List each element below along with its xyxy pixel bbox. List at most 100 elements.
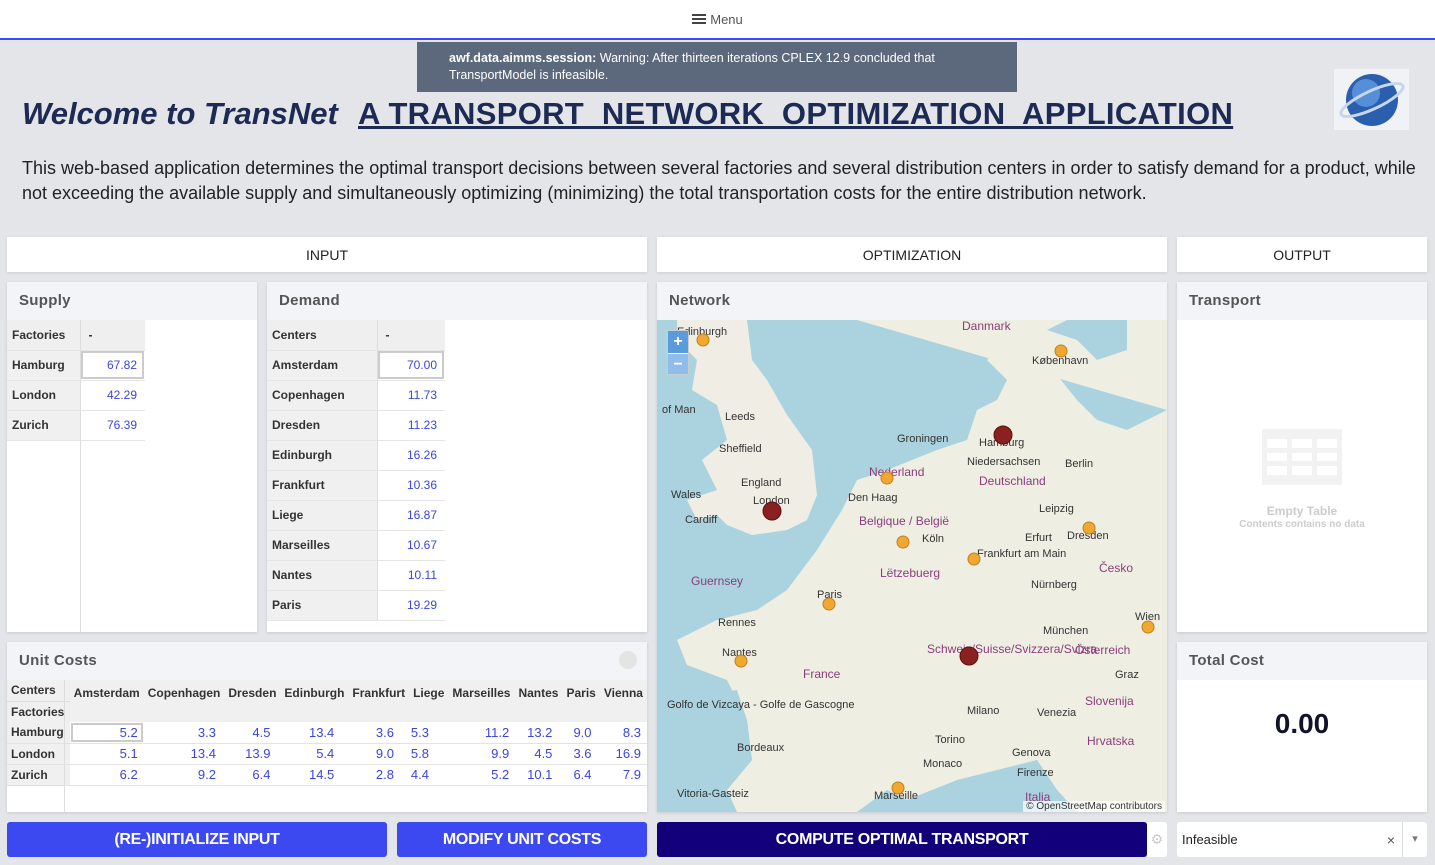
demand-cell[interactable]: 16.87	[377, 500, 445, 531]
empty-table-subtitle: Contents contains no data	[1239, 519, 1365, 530]
table-row: Dresden 11.23	[267, 410, 445, 441]
unit-cost-cell[interactable]: 2.8	[340, 764, 400, 786]
center-marker-vienna[interactable]	[1141, 620, 1155, 634]
warning-notification: awf.data.aimms.session: Warning: After t…	[417, 42, 1017, 92]
map-label: Rennes	[718, 617, 756, 629]
map-label: Cardiff	[685, 514, 718, 526]
unit-cost-cell[interactable]: 13.4	[143, 743, 222, 765]
unit-cost-cell[interactable]: 5.2	[434, 764, 516, 786]
unit-cost-cell[interactable]: 5.4	[276, 743, 341, 765]
gear-icon[interactable]: ⚙	[1147, 822, 1167, 857]
transport-title: Transport	[1177, 282, 1427, 320]
unit-cost-cell[interactable]: 3.6	[340, 722, 400, 744]
unit-cost-cell[interactable]: 13.4	[276, 722, 341, 744]
tab-input[interactable]: INPUT	[7, 237, 647, 272]
unit-cost-cell[interactable]: 6.2	[69, 764, 144, 786]
unit-cost-cell[interactable]: 6.4	[221, 764, 277, 786]
status-select[interactable]: Infeasible × ▾	[1177, 822, 1427, 857]
zoom-out-button[interactable]: −	[668, 353, 688, 374]
center-marker-marseilles[interactable]	[891, 781, 905, 795]
supply-cell[interactable]: 67.82	[80, 350, 145, 381]
column-header: Liege	[409, 680, 449, 722]
unit-cost-cell[interactable]: 5.3	[399, 722, 435, 744]
map-label: France	[803, 667, 841, 681]
column-header: Paris	[562, 680, 600, 722]
column-header: Dresden	[224, 680, 281, 722]
unit-cost-cell[interactable]: 10.1	[515, 764, 559, 786]
map-label: Belgique / België	[859, 514, 949, 528]
row-label: London	[7, 380, 81, 411]
row-label: Zurich	[7, 764, 70, 786]
center-marker-liege[interactable]	[896, 535, 910, 549]
demand-cell[interactable]: 10.67	[377, 530, 445, 561]
unit-cost-cell[interactable]: 14.5	[276, 764, 341, 786]
menu-label: Menu	[710, 11, 743, 27]
map-canvas[interactable]: Edinburgh DanmarkKøbenhavnof ManLeedsShef…	[657, 319, 1167, 812]
unit-cost-cell[interactable]: 8.3	[597, 722, 647, 744]
table-row: Nantes 10.11	[267, 560, 445, 591]
demand-cell[interactable]: 70.00	[377, 350, 445, 381]
unit-cost-cell[interactable]: 13.2	[515, 722, 559, 744]
unit-cost-cell[interactable]: 4.4	[399, 764, 435, 786]
modify-unit-costs-button[interactable]: MODIFY UNIT COSTS	[397, 822, 647, 857]
row-label: Dresden	[267, 410, 378, 441]
row-label: Marseilles	[267, 530, 378, 561]
intro-text: This web-based application determines th…	[22, 158, 1416, 203]
unit-cost-cell[interactable]: 7.9	[597, 764, 647, 786]
center-marker-amsterdam[interactable]	[880, 471, 894, 485]
map-label: of Man	[662, 404, 696, 416]
row-label: Hamburg	[7, 722, 70, 744]
unit-cost-cell[interactable]: 5.2	[69, 722, 144, 744]
unit-cost-cell[interactable]: 4.5	[221, 722, 277, 744]
map-label: Vitoria-Gasteiz	[677, 788, 749, 800]
demand-cell[interactable]: 10.36	[377, 470, 445, 501]
map-label: Frankfurt am Main	[977, 548, 1066, 560]
center-marker-frankfurt[interactable]	[967, 552, 981, 566]
center-marker-copenhagen[interactable]	[1054, 344, 1068, 358]
unit-cost-cell[interactable]: 4.5	[515, 743, 559, 765]
reinitialize-input-button[interactable]: (RE-)INITIALIZE INPUT	[7, 822, 387, 857]
demand-cell[interactable]: 19.29	[377, 590, 445, 621]
unit-cost-cell[interactable]: 3.3	[143, 722, 222, 744]
unit-cost-cell[interactable]: 9.0	[340, 743, 400, 765]
compute-optimal-transport-button[interactable]: COMPUTE OPTIMAL TRANSPORT	[657, 822, 1147, 857]
unit-cost-cell[interactable]: 16.9	[597, 743, 647, 765]
tab-optimization[interactable]: OPTIMIZATION	[657, 237, 1167, 272]
unit-cost-cell[interactable]: 11.2	[434, 722, 516, 744]
center-marker-edinburgh[interactable]	[696, 333, 710, 347]
demand-title: Demand	[267, 282, 647, 320]
map-attribution[interactable]: © OpenStreetMap contributors	[1023, 801, 1165, 812]
factory-marker-london[interactable]	[762, 501, 782, 521]
table-options-icon[interactable]	[619, 651, 637, 669]
tab-output[interactable]: OUTPUT	[1177, 237, 1427, 272]
center-marker-nantes[interactable]	[734, 654, 748, 668]
map-label: Monaco	[923, 758, 962, 770]
supply-cell[interactable]: 76.39	[80, 410, 145, 441]
unit-cost-cell[interactable]: 9.9	[434, 743, 516, 765]
clear-icon[interactable]: ×	[1380, 832, 1402, 848]
table-row: Amsterdam 70.00	[267, 350, 445, 381]
network-map[interactable]: Edinburgh Danmark København of Man Leeds Shef…	[657, 319, 1167, 812]
demand-cell[interactable]: 16.26	[377, 440, 445, 471]
factory-marker-hamburg[interactable]	[993, 425, 1013, 445]
demand-cell[interactable]: 10.11	[377, 560, 445, 591]
zoom-in-button[interactable]: +	[668, 331, 688, 353]
row-label: Hamburg	[7, 350, 81, 381]
demand-cell[interactable]: 11.23	[377, 410, 445, 441]
unit-cost-cell[interactable]: 5.8	[399, 743, 435, 765]
chevron-down-icon[interactable]: ▾	[1402, 822, 1427, 857]
factory-marker-zurich[interactable]	[959, 646, 979, 666]
menu-button[interactable]: Menu	[692, 12, 743, 27]
supply-cell[interactable]: 42.29	[80, 380, 145, 411]
unit-cost-cell[interactable]: 5.1	[69, 743, 144, 765]
demand-cell[interactable]: 11.73	[377, 380, 445, 411]
unit-cost-cell[interactable]: 9.2	[143, 764, 222, 786]
column-header: Vienna	[599, 680, 647, 722]
unit-cost-cell[interactable]: 13.9	[221, 743, 277, 765]
supply-title: Supply	[7, 282, 257, 320]
center-marker-dresden[interactable]	[1082, 521, 1096, 535]
unit-cost-cell[interactable]: 6.4	[558, 764, 598, 786]
unit-cost-cell[interactable]: 9.0	[558, 722, 598, 744]
unit-cost-cell[interactable]: 3.6	[558, 743, 598, 765]
center-marker-paris[interactable]	[822, 597, 836, 611]
